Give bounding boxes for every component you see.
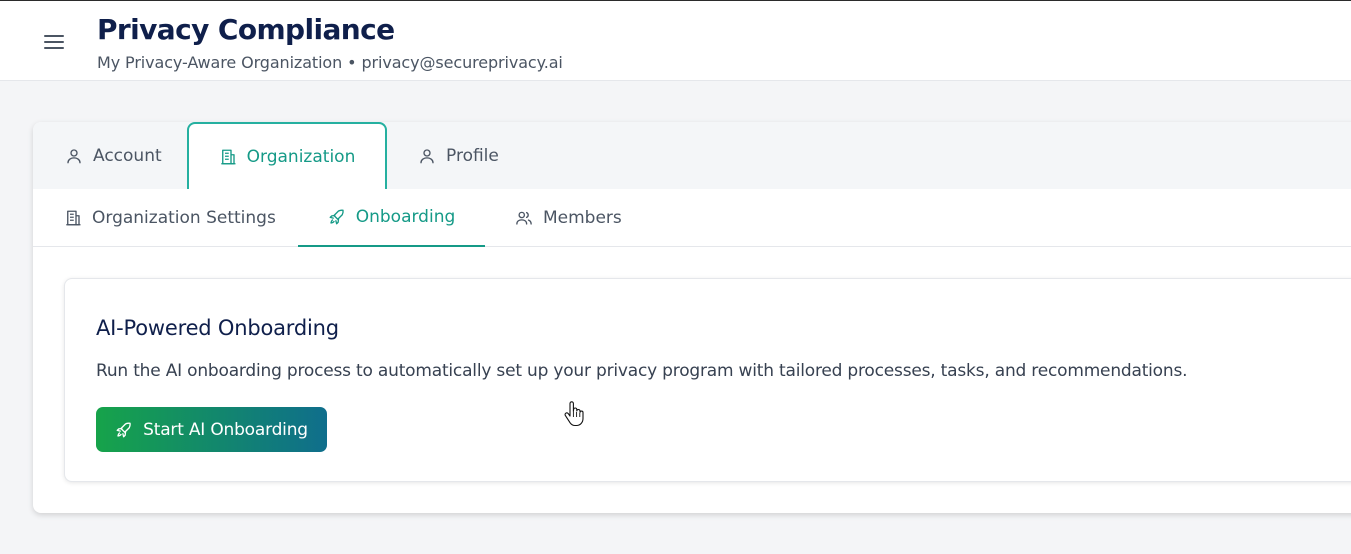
- top-bar: Privacy Compliance My Privacy-Aware Orga…: [0, 0, 1351, 81]
- button-label: Start AI Onboarding: [143, 419, 308, 440]
- onboarding-card: AI-Powered Onboarding Run the AI onboard…: [64, 278, 1351, 482]
- rocket-icon: [115, 421, 133, 439]
- page-subtitle: My Privacy-Aware Organization • privacy@…: [97, 53, 563, 72]
- building-icon: [64, 209, 82, 227]
- subtab-onboarding[interactable]: Onboarding: [298, 189, 485, 247]
- subtab-label: Onboarding: [355, 207, 456, 227]
- rocket-icon: [328, 208, 346, 226]
- subtab-members[interactable]: Members: [515, 189, 622, 247]
- hamburger-menu-icon[interactable]: [40, 31, 68, 53]
- sub-tabs: Organization Settings Onboarding Members: [33, 189, 1351, 247]
- user-icon: [418, 147, 436, 165]
- subtab-label: Organization Settings: [92, 208, 276, 228]
- subtab-label: Members: [543, 208, 622, 228]
- tab-label: Profile: [446, 145, 499, 166]
- tab-profile[interactable]: Profile: [418, 122, 499, 189]
- onboarding-title: AI-Powered Onboarding: [96, 316, 339, 340]
- hand-pointer-cursor-icon: [563, 401, 585, 427]
- subtab-organization-settings[interactable]: Organization Settings: [64, 189, 276, 247]
- user-icon: [65, 147, 83, 165]
- tab-label: Account: [93, 145, 162, 166]
- page-title: Privacy Compliance: [97, 13, 395, 46]
- start-ai-onboarding-button[interactable]: Start AI Onboarding: [96, 407, 327, 452]
- settings-panel: Account Organization Profile Organizatio…: [33, 122, 1351, 513]
- tab-organization[interactable]: Organization: [187, 122, 387, 190]
- main-tabs: Account Organization Profile: [33, 122, 1351, 190]
- tab-label: Organization: [246, 147, 356, 167]
- users-icon: [515, 209, 533, 227]
- onboarding-description: Run the AI onboarding process to automat…: [96, 361, 1188, 381]
- tab-account[interactable]: Account: [65, 122, 162, 189]
- building-icon: [219, 148, 237, 166]
